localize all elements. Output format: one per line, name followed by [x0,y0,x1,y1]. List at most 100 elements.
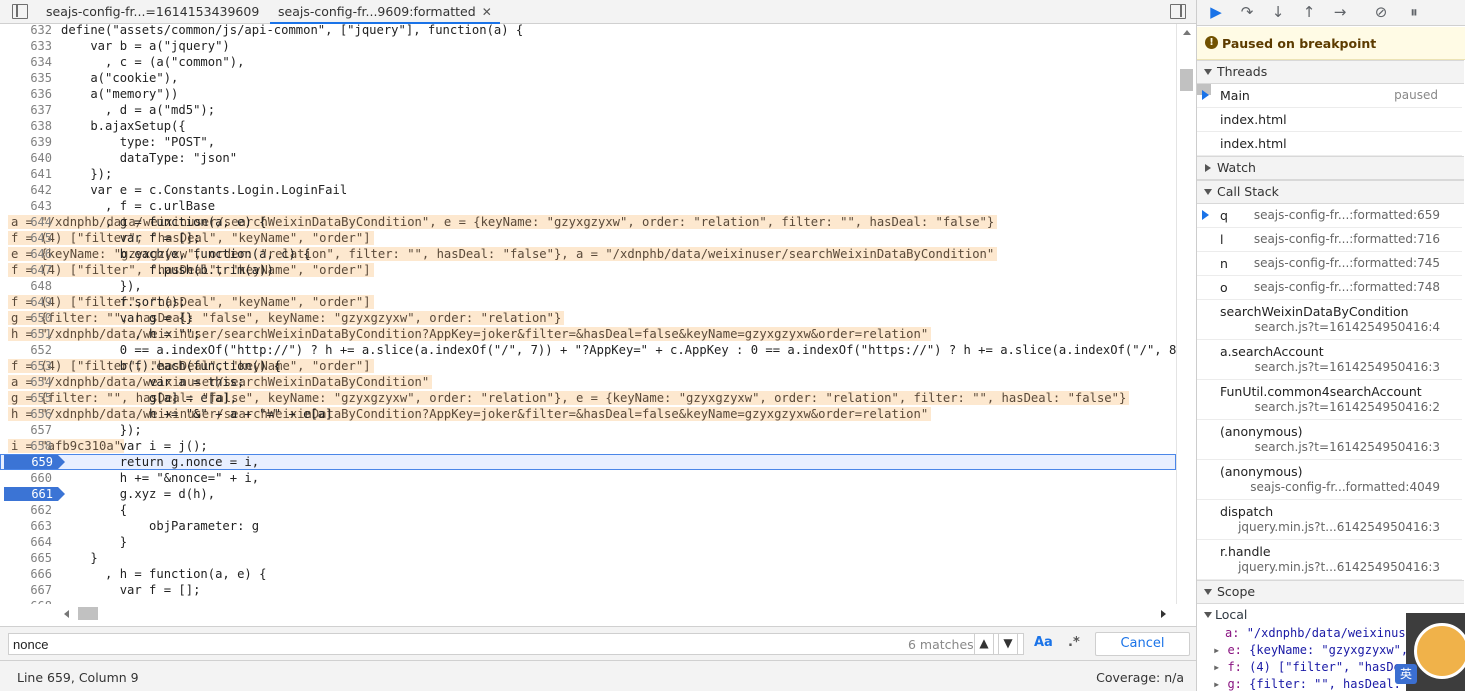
expand-triangle-icon[interactable]: ▸ [1213,677,1227,691]
line-number[interactable]: 643 [0,198,56,214]
code-line[interactable]: 656 h += "&" + a + "=" + e[a] h = "/xdnph… [0,406,1176,422]
line-number[interactable]: 635 [0,70,56,86]
line-number[interactable]: 638 [0,118,56,134]
line-number[interactable]: 662 [0,502,56,518]
expand-triangle-icon[interactable]: ▸ [1213,643,1227,657]
debugger-toggle-icon[interactable] [1170,4,1186,19]
call-frame[interactable]: q seajs-config-fr...:formatted:659 [1197,204,1462,228]
call-frame[interactable]: dispatch jquery.min.js?t...614254950416:3 [1197,500,1462,540]
line-number[interactable]: 651 [0,326,56,342]
call-frame[interactable]: r.handle jquery.min.js?t...614254950416:3 [1197,540,1462,580]
frame-location[interactable]: search.js?t=1614254950416:2 [1255,400,1440,414]
line-number[interactable]: 636 [0,86,56,102]
line-number[interactable]: 665 [0,550,56,566]
breakpoint-marker[interactable]: 659 [4,455,65,469]
line-number[interactable]: 656 [0,406,56,422]
line-number[interactable]: 648 [0,278,56,294]
call-frame[interactable]: searchWeixinDataByCondition search.js?t=1… [1197,300,1462,340]
tab-seajs-config-raw[interactable]: seajs-config-fr...=1614153439609 [38,0,267,24]
code-line[interactable]: 665 } [0,550,1176,566]
next-match-button[interactable]: ▼ [998,633,1018,655]
frame-location[interactable]: seajs-config-fr...:formatted:659 [1254,204,1440,227]
code-line[interactable]: 639 type: "POST", [0,134,1176,150]
code-line[interactable]: 641 }); [0,166,1176,182]
line-number[interactable]: 645 [0,230,56,246]
match-case-button[interactable]: Aa [1034,635,1053,650]
code-line[interactable]: 652 0 == a.indexOf("http://") ? h += a.s… [0,342,1176,358]
step-icon[interactable]: → [1329,2,1351,22]
code-line[interactable]: 659 return g.nonce = i, [0,454,1176,470]
code-line[interactable]: 646 b.each(e, function(a, c) {e = {keyNa… [0,246,1176,262]
line-number[interactable]: 642 [0,182,56,198]
close-icon[interactable]: ✕ [482,5,492,19]
call-frame[interactable]: n seajs-config-fr...:formatted:745 [1197,252,1462,276]
editor-vertical-scrollbar[interactable] [1176,24,1196,604]
frame-location[interactable]: search.js?t=1614254950416:4 [1255,320,1440,334]
deactivate-breakpoints-icon[interactable]: ⊘ [1370,2,1392,22]
line-number[interactable]: 639 [0,134,56,150]
line-number[interactable]: 640 [0,150,56,166]
code-line[interactable]: 655 g[a] = e[a], g = {filter: "", hasDeal… [0,390,1176,406]
code-line[interactable]: 640 dataType: "json" [0,150,1176,166]
regex-button[interactable]: .* [1068,635,1080,650]
code-line[interactable]: 649 f.sort(); f = (4) ["filter", "hasDeal… [0,294,1176,310]
scrollbar-thumb[interactable] [1180,69,1193,91]
navigator-toggle-icon[interactable] [12,4,28,19]
call-frame[interactable]: a.searchAccount search.js?t=1614254950416… [1197,340,1462,380]
line-number[interactable]: 666 [0,566,56,582]
breakpoint-marker[interactable]: 661 [4,487,65,501]
line-number[interactable]: 633 [0,38,56,54]
call-frame[interactable]: FunUtil.common4searchAccount search.js?t=… [1197,380,1462,420]
line-number[interactable]: 641 [0,166,56,182]
line-number[interactable]: 657 [0,422,56,438]
step-into-icon[interactable]: ↓ [1267,2,1289,22]
code-line[interactable]: 667 var f = []; [0,582,1176,598]
code-line[interactable]: 643 , f = c.urlBase [0,198,1176,214]
frame-location[interactable]: jquery.min.js?t...614254950416:3 [1238,560,1440,574]
line-number[interactable]: 663 [0,518,56,534]
scope-section-header[interactable]: Scope [1197,580,1464,604]
expand-triangle-icon[interactable]: ▸ [1213,660,1227,674]
watch-section-header[interactable]: Watch [1197,156,1464,180]
code-line[interactable]: 644 , g = function(a, e) {a = "/xdnphb/d… [0,214,1176,230]
line-number[interactable]: 654 [0,374,56,390]
thread-row[interactable]: index.html [1197,132,1462,156]
code-line[interactable]: 632 define("assets/common/js/api-common",… [0,24,1176,38]
code-editor[interactable]: 632 define("assets/common/js/api-common",… [0,24,1176,604]
line-number[interactable]: 650 [0,310,56,326]
code-line[interactable]: 642 var e = c.Constants.Login.LoginFail [0,182,1176,198]
line-number[interactable]: 632 [0,24,56,38]
line-number[interactable]: 646 [0,246,56,262]
line-number[interactable]: 644 [0,214,56,230]
code-line[interactable]: 648 }), [0,278,1176,294]
code-line[interactable]: 647 f.push(b.trim(a)) f = (4) ["filter", … [0,262,1176,278]
call-frame[interactable]: l seajs-config-fr...:formatted:716 [1197,228,1462,252]
tab-seajs-config-formatted[interactable]: seajs-config-fr...9609:formatted ✕ [270,0,500,24]
line-number[interactable]: 652 [0,342,56,358]
line-number[interactable]: 637 [0,102,56,118]
line-number[interactable]: 647 [0,262,56,278]
line-number[interactable]: 658 [0,438,56,454]
thread-row-main[interactable]: Main paused [1197,84,1462,108]
code-line[interactable]: 638 b.ajaxSetup({ [0,118,1176,134]
code-line[interactable]: 658 var i = j(); i = "afb9c310a" [0,438,1176,454]
search-input[interactable] [8,633,1024,655]
call-stack-section-header[interactable]: Call Stack [1197,180,1464,204]
line-number[interactable]: 655 [0,390,56,406]
line-number[interactable]: 649 [0,294,56,310]
ime-indicator[interactable]: 英 [1395,664,1417,684]
code-line[interactable]: 664 } [0,534,1176,550]
cancel-search-button[interactable]: Cancel [1095,632,1190,656]
code-line[interactable]: 666 , h = function(a, e) { [0,566,1176,582]
editor-horizontal-scrollbar[interactable] [60,604,1176,624]
code-line[interactable]: 650 var g = {} g = {filter: "", hasDeal: … [0,310,1176,326]
previous-match-button[interactable]: ▲ [974,633,994,655]
line-number[interactable]: 653 [0,358,56,374]
frame-location[interactable]: seajs-config-fr...:formatted:745 [1254,252,1440,275]
step-over-icon[interactable]: ↷ [1236,2,1258,22]
pause-on-exceptions-icon[interactable]: ⏸ [1403,2,1425,22]
line-number[interactable]: 660 [0,470,56,486]
scroll-left-icon[interactable] [64,610,69,618]
code-line[interactable]: 663 objParameter: g [0,518,1176,534]
frame-location[interactable]: search.js?t=1614254950416:3 [1255,360,1440,374]
